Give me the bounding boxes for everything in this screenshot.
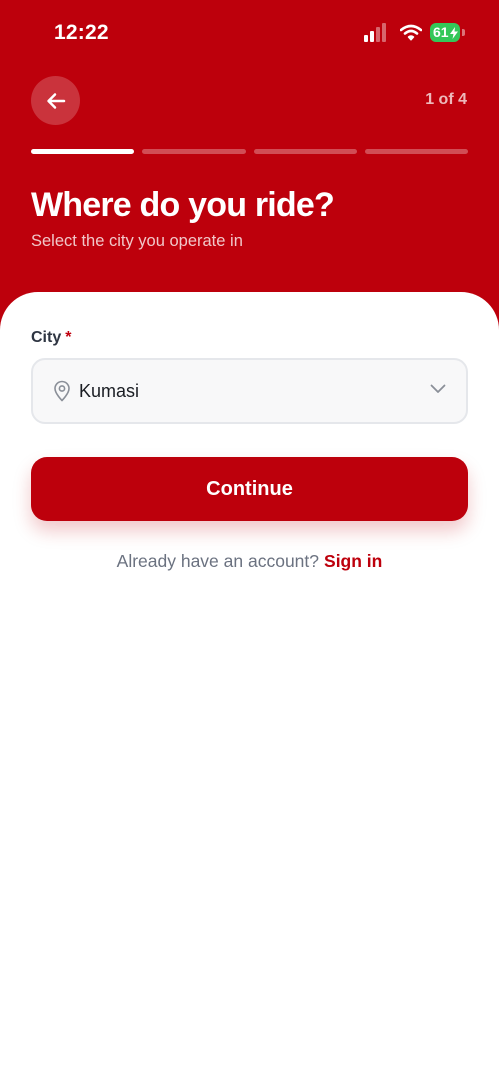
city-select[interactable]: Kumasi	[31, 358, 468, 424]
step-indicator: 1 of 4	[425, 91, 467, 108]
continue-button[interactable]: Continue	[31, 457, 468, 521]
progress-steps	[31, 149, 468, 155]
wifi-icon	[400, 24, 422, 41]
header-banner: 12:22 61 1 of 4 Where do you ride? Selec…	[0, 0, 499, 330]
chevron-down-icon	[430, 384, 446, 393]
battery-level: 61	[433, 24, 449, 40]
back-button[interactable]	[31, 76, 80, 125]
signin-row: Already have an account? Sign in	[0, 551, 499, 572]
arrow-left-icon	[46, 92, 65, 109]
bolt-icon	[450, 27, 458, 39]
progress-segment	[364, 149, 468, 154]
city-label-text: City	[31, 329, 62, 346]
map-pin-icon	[54, 380, 70, 402]
battery-charging-icon: 61	[430, 23, 460, 42]
signin-prompt: Already have an account?	[116, 551, 320, 571]
cellular-signal-icon	[364, 22, 392, 44]
page-subtitle: Select the city you operate in	[31, 232, 243, 250]
progress-segment	[253, 149, 357, 154]
signin-link[interactable]: Sign in	[324, 551, 382, 571]
city-select-value: Kumasi	[79, 381, 140, 401]
page-title: Where do you ride?	[31, 186, 335, 224]
status-time: 12:22	[54, 21, 109, 44]
battery-cap	[462, 29, 465, 36]
city-label: City *	[31, 329, 71, 347]
progress-segment	[142, 149, 246, 154]
progress-segment	[31, 149, 135, 154]
required-marker: *	[65, 329, 72, 346]
